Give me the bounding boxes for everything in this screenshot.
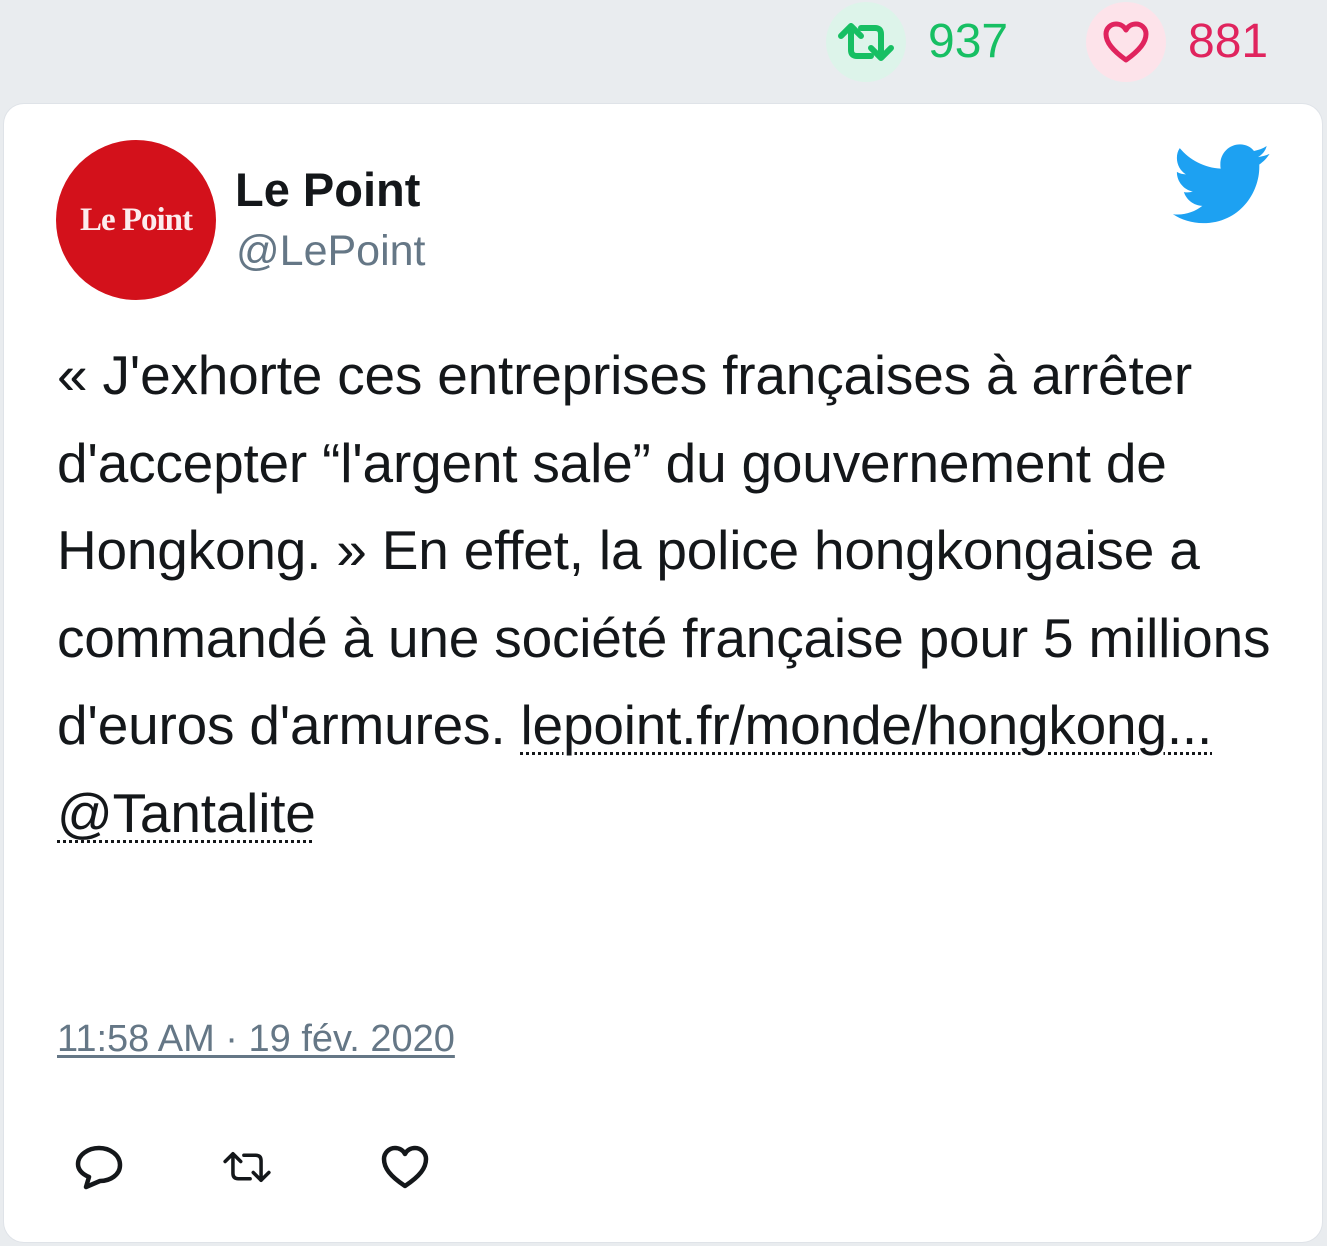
twitter-bird-icon[interactable] — [1172, 144, 1272, 226]
retweet-icon — [838, 23, 894, 61]
avatar-logo-text: Le Point — [79, 201, 193, 238]
retweet-stat[interactable]: 937 — [826, 0, 1008, 84]
engagement-bar: 937 881 — [0, 0, 1327, 100]
like-button[interactable] — [380, 1142, 430, 1192]
tweet-card: Le Point Le Point @LePoint « J'exhorte c… — [4, 104, 1322, 1242]
reply-button[interactable] — [74, 1142, 124, 1192]
tweet-link[interactable]: lepoint.fr/monde/hongkong... — [521, 694, 1213, 756]
avatar[interactable]: Le Point — [56, 140, 216, 300]
retweet-icon — [223, 1151, 271, 1183]
like-stat-icon-bg — [1086, 2, 1166, 82]
user-handle[interactable]: @LePoint — [236, 230, 426, 273]
heart-icon — [381, 1145, 429, 1189]
tweet-timestamp[interactable]: 11:58 AM · 19 fév. 2020 — [57, 1020, 455, 1058]
retweet-count: 937 — [928, 15, 1009, 68]
display-name[interactable]: Le Point — [235, 166, 420, 213]
retweet-button[interactable] — [222, 1142, 272, 1192]
heart-icon — [1103, 21, 1149, 63]
like-stat[interactable]: 881 — [1086, 0, 1268, 84]
like-count: 881 — [1188, 15, 1269, 68]
retweet-stat-icon-bg — [826, 2, 906, 82]
tweet-text: « J'exhorte ces entreprises françaises à… — [57, 332, 1277, 857]
reply-icon — [75, 1145, 123, 1190]
tweet-mention[interactable]: @Tantalite — [57, 782, 316, 844]
